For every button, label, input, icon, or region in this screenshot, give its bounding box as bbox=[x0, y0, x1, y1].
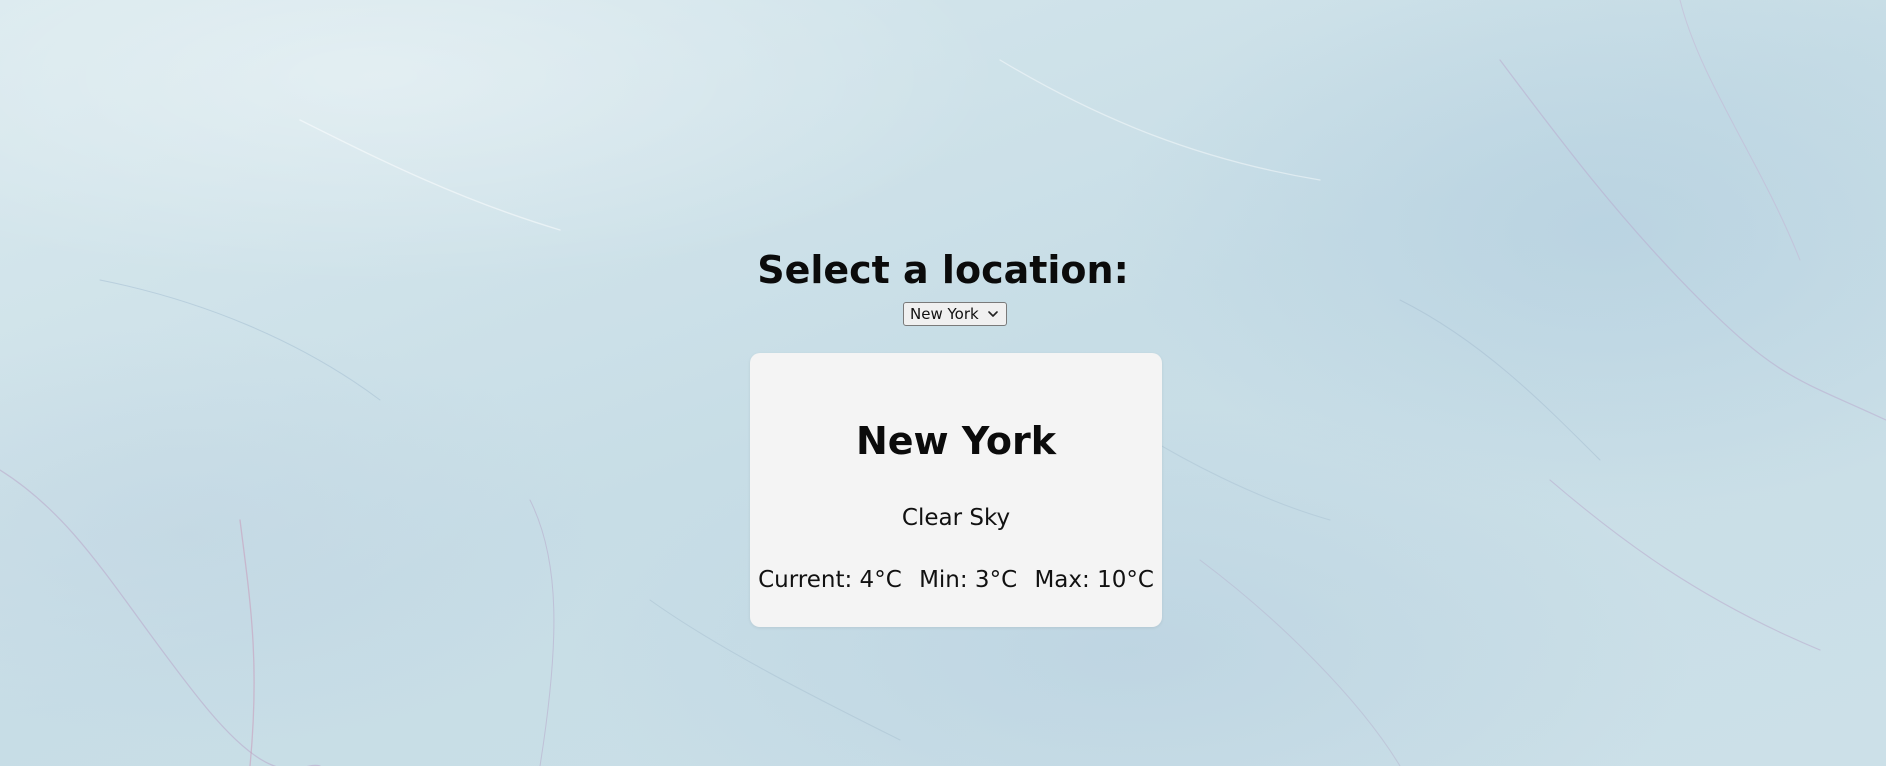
current-temperature: Current: 4°C bbox=[758, 567, 902, 593]
city-name: New York bbox=[855, 419, 1057, 463]
max-temperature: Max: 10°C bbox=[1034, 567, 1154, 593]
location-dropdown[interactable]: New York bbox=[903, 302, 1007, 326]
page-title: Select a location: bbox=[757, 248, 1129, 292]
weather-condition: Clear Sky bbox=[901, 505, 1011, 531]
location-select-value: New York bbox=[910, 305, 979, 323]
temperature-row: Current: 4°C Min: 3°C Max: 10°C bbox=[750, 567, 1162, 593]
min-temperature: Min: 3°C bbox=[919, 567, 1018, 593]
chevron-down-icon bbox=[988, 311, 998, 317]
weather-card: New York Clear Sky Current: 4°C Min: 3°C… bbox=[750, 353, 1162, 627]
location-select[interactable]: New York bbox=[903, 302, 1007, 326]
